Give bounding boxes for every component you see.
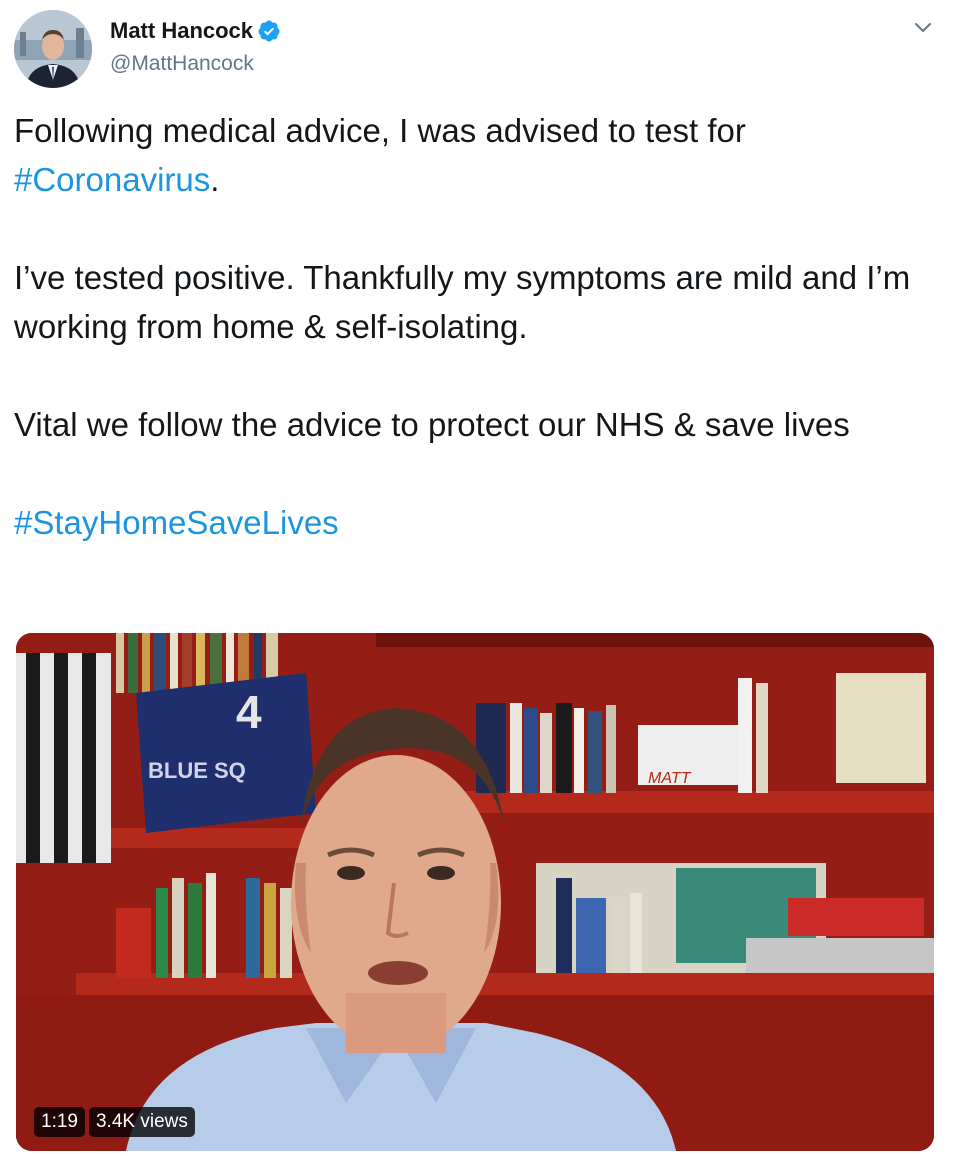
tweet-paragraph-3: Vital we follow the advice to protect ou… [14, 406, 850, 443]
tweet-paragraph-2: I’ve tested positive. Thankfully my symp… [14, 259, 911, 345]
striped-shirt [16, 653, 111, 863]
author-handle[interactable]: @MattHancock [110, 52, 254, 76]
video-views: 3.4K views [88, 1107, 195, 1137]
shelf-lower [76, 973, 934, 995]
chevron-down-icon[interactable] [912, 16, 934, 38]
verified-badge-icon [258, 20, 280, 42]
frame-picture [836, 673, 926, 783]
video-player[interactable]: 4 BLUE SQ MATT 1:19 3.4K views [16, 633, 934, 1151]
blue-shirt: 4 BLUE SQ [136, 673, 316, 833]
tweet-line-1: Following medical advice, I was advised … [14, 112, 746, 149]
tweet-card: Matt Hancock @MattHancock Following medi… [0, 0, 962, 1157]
hashtag-coronavirus-link[interactable]: #Coronavirus [14, 161, 210, 198]
box-text: MATT [648, 770, 692, 787]
avatar-image [14, 10, 92, 88]
tweet-text: Following medical advice, I was advised … [14, 106, 934, 547]
hashtag-stayhomesavelives-link[interactable]: #StayHomeSaveLives [14, 504, 339, 541]
display-name[interactable]: Matt Hancock [110, 18, 253, 44]
author-name-row: Matt Hancock [110, 18, 281, 44]
video-duration: 1:19 [34, 1107, 85, 1137]
video-frame: 4 BLUE SQ MATT [16, 633, 934, 1151]
shirt-number: 4 [236, 686, 262, 738]
shirt-text: BLUE SQ [148, 758, 246, 783]
tweet-punctuation: . [210, 161, 220, 198]
video-meta: 1:19 3.4K views [34, 1107, 195, 1137]
avatar[interactable] [14, 10, 92, 88]
shelf-top [376, 633, 934, 647]
tweet-paragraph-1: Following medical advice, I was advised … [14, 106, 934, 204]
red-book [788, 898, 924, 936]
